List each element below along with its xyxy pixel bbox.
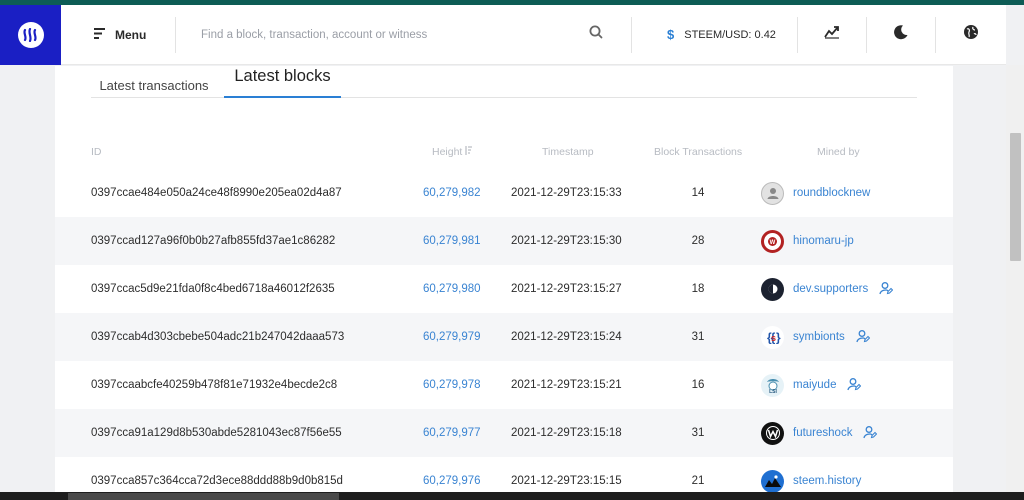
avatar-user-icon — [761, 181, 784, 205]
block-tx-count: 18 — [691, 283, 705, 295]
column-block-transactions: Block Transactions — [654, 146, 743, 158]
svg-text:LSI: LSI — [769, 389, 777, 394]
search-bar — [176, 16, 632, 53]
dollar-icon: $ — [667, 27, 675, 42]
miner[interactable]: roundblocknew — [761, 169, 870, 217]
miner[interactable]: LSI maiyude — [761, 361, 862, 409]
steem-logo-icon — [17, 21, 44, 48]
block-tx-count: 31 — [691, 427, 705, 439]
block-height[interactable]: 60,279,982 — [423, 169, 481, 217]
column-id: ID — [91, 146, 102, 158]
tab-latest-transactions[interactable]: Latest transactions — [91, 66, 217, 98]
miner-name[interactable]: symbionts — [793, 331, 845, 343]
menu-icon — [94, 27, 106, 42]
chart-icon — [824, 25, 840, 44]
language-button[interactable] — [936, 17, 1005, 53]
avatar-futureshock-icon — [761, 421, 784, 445]
block-id[interactable]: 0397ccab4d303cbebe504adc21b247042daaa573 — [91, 313, 344, 361]
witness-icon — [879, 281, 894, 298]
column-height[interactable]: Height — [432, 146, 473, 158]
block-tx-count: 28 — [691, 235, 705, 247]
block-tx-count: 31 — [691, 331, 705, 343]
table-row[interactable]: 0397ccae484e050a24ce48f8990e205ea02d4a87… — [55, 169, 953, 217]
miner[interactable]: W hinomaru-jp — [761, 217, 854, 265]
search-input[interactable] — [201, 28, 589, 41]
witness-icon — [856, 329, 871, 346]
block-id[interactable]: 0397ccae484e050a24ce48f8990e205ea02d4a87 — [91, 169, 342, 217]
taskbar — [0, 492, 1024, 500]
column-timestamp: Timestamp — [542, 146, 594, 158]
svg-text:W: W — [770, 240, 776, 246]
block-id[interactable]: 0397ccad127a96f0b0b27afb855fd37ae1c86282 — [91, 217, 335, 265]
block-height[interactable]: 60,279,980 — [423, 265, 481, 313]
table-row[interactable]: 0397ccaabcfe40259b478f81e71932e4becde2c8… — [55, 361, 953, 409]
block-height[interactable]: 60,279,978 — [423, 361, 481, 409]
theme-toggle-button[interactable] — [867, 16, 936, 53]
block-tx-count: 14 — [691, 187, 705, 199]
scrollbar-thumb[interactable] — [1010, 133, 1021, 261]
table-header: ID Height Timestamp Block Transactions M… — [55, 142, 953, 162]
miner-name[interactable]: futureshock — [793, 427, 852, 439]
witness-icon — [847, 377, 862, 394]
block-timestamp: 2021-12-29T23:15:30 — [511, 235, 622, 247]
block-timestamp: 2021-12-29T23:15:21 — [511, 379, 622, 391]
menu-label: Menu — [115, 27, 147, 42]
miner[interactable]: dev.supporters — [761, 265, 894, 313]
chart-button[interactable] — [798, 16, 867, 53]
avatar-maiyude-icon: LSI — [761, 373, 784, 397]
miner-name[interactable]: steem.history — [793, 475, 861, 487]
sort-icon[interactable] — [465, 146, 473, 158]
miner-name[interactable]: roundblocknew — [793, 187, 870, 199]
avatar-dev-supporters-icon — [761, 277, 784, 301]
tab-bar: Latest transactions Latest blocks — [91, 66, 917, 98]
block-id[interactable]: 0397ccac5d9e21fda0f8c4bed6718a46012f2635 — [91, 265, 335, 313]
block-id[interactable]: 0397ccaabcfe40259b478f81e71932e4becde2c8 — [91, 361, 337, 409]
svg-text:}: } — [776, 331, 781, 345]
blocks-card: Latest transactions Latest blocks ID Hei… — [55, 66, 953, 500]
miner[interactable]: futureshock — [761, 409, 878, 457]
table-row[interactable]: 0397ccad127a96f0b0b27afb855fd37ae1c86282… — [55, 217, 953, 265]
moon-icon — [893, 24, 909, 45]
navbar: Menu $ STEEM/USD: 0.42 — [0, 4, 1006, 65]
price-label: STEEM/USD: 0.42 — [684, 28, 776, 41]
avatar-steem-history-icon — [761, 469, 784, 493]
column-mined-by: Mined by — [817, 146, 860, 158]
table-row[interactable]: 0397cca91a129d8b530abde5281043ec87f56e55… — [55, 409, 953, 457]
block-id[interactable]: 0397cca91a129d8b530abde5281043ec87f56e55 — [91, 409, 342, 457]
block-timestamp: 2021-12-29T23:15:18 — [511, 427, 622, 439]
avatar-symbionts-icon: {{s} — [761, 325, 784, 349]
column-height-label: Height — [432, 146, 463, 158]
tab-latest-blocks[interactable]: Latest blocks — [224, 66, 341, 98]
miner[interactable]: {{s} symbionts — [761, 313, 871, 361]
miner-name[interactable]: hinomaru-jp — [793, 235, 854, 247]
menu-button[interactable]: Menu — [61, 16, 176, 53]
miner-name[interactable]: dev.supporters — [793, 283, 868, 295]
block-timestamp: 2021-12-29T23:15:24 — [511, 331, 622, 343]
search-icon[interactable] — [589, 25, 603, 44]
block-height[interactable]: 60,279,981 — [423, 217, 481, 265]
block-height[interactable]: 60,279,979 — [423, 313, 481, 361]
block-timestamp: 2021-12-29T23:15:33 — [511, 187, 622, 199]
block-timestamp: 2021-12-29T23:15:27 — [511, 283, 622, 295]
scrollbar[interactable] — [1006, 65, 1024, 492]
globe-icon — [963, 24, 979, 45]
taskbar-segment — [68, 493, 339, 500]
block-tx-count: 16 — [691, 379, 705, 391]
avatar-hinomaru-icon: W — [761, 229, 784, 253]
block-height[interactable]: 60,279,977 — [423, 409, 481, 457]
table-row[interactable]: 0397ccab4d303cbebe504adc21b247042daaa573… — [55, 313, 953, 361]
price-ticker: $ STEEM/USD: 0.42 — [632, 16, 798, 53]
witness-icon — [863, 425, 878, 442]
miner-name[interactable]: maiyude — [793, 379, 836, 391]
table-row[interactable]: 0397ccac5d9e21fda0f8c4bed6718a46012f2635… — [55, 265, 953, 313]
steem-logo[interactable] — [0, 4, 61, 65]
